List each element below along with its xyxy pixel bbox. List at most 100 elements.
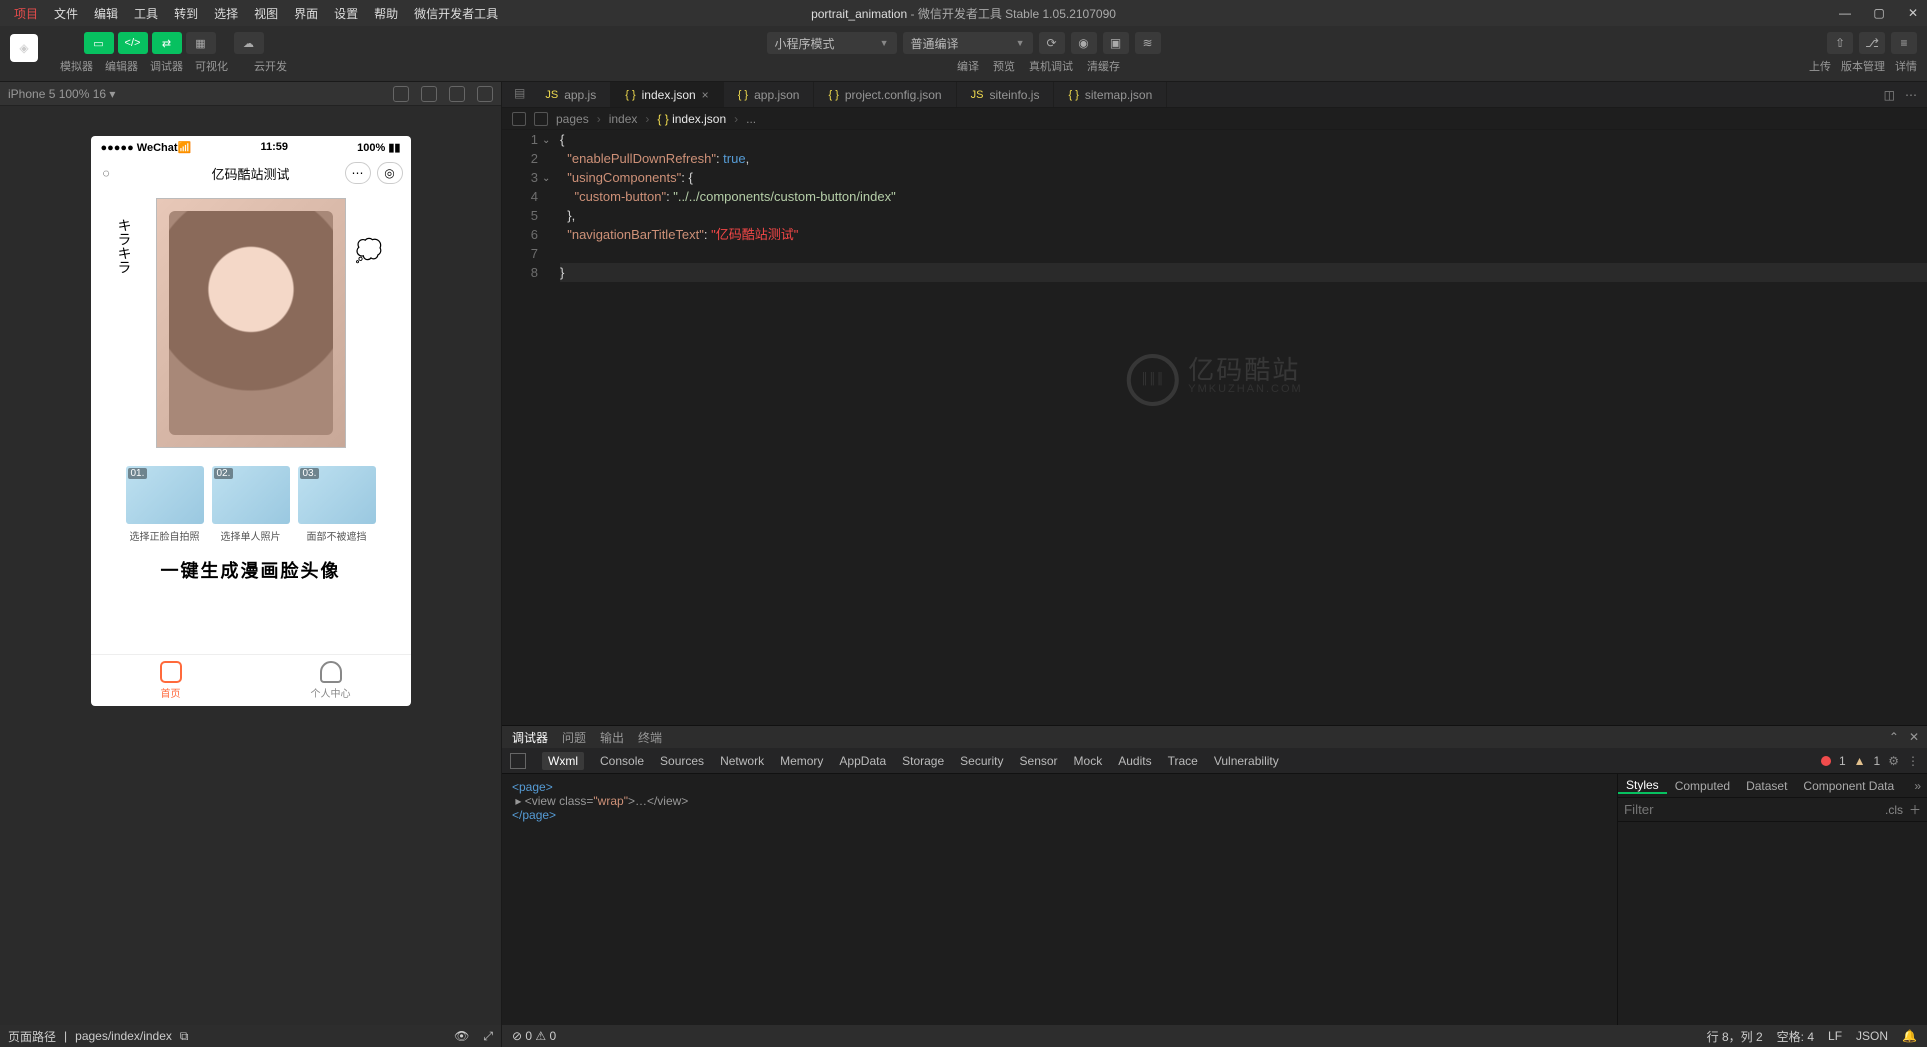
- window-title: portrait_animation - 微信开发者工具 Stable 1.05…: [811, 5, 1116, 22]
- more-icon[interactable]: ⋯: [1905, 88, 1917, 102]
- sim-back-icon[interactable]: [449, 86, 465, 102]
- code-editor[interactable]: 1234 5678 ⌄ ⌄ { "enablePullDownRefresh":…: [502, 130, 1927, 725]
- eol-info[interactable]: LF: [1828, 1029, 1842, 1043]
- home-icon: [160, 661, 182, 683]
- tab-home[interactable]: 首页: [91, 655, 251, 706]
- tab-app-json[interactable]: { }app.json: [724, 82, 815, 107]
- tab-index-json[interactable]: { }index.json×: [611, 82, 723, 107]
- tab-siteinfo-js[interactable]: JSsiteinfo.js: [957, 82, 1055, 107]
- devtab-sensor[interactable]: Sensor: [1020, 754, 1058, 768]
- sim-screenshot-icon[interactable]: [393, 86, 409, 102]
- element-picker-icon[interactable]: [510, 753, 526, 769]
- maximize-button[interactable]: ▢: [1869, 6, 1889, 20]
- tab-debugger[interactable]: 调试器: [512, 729, 548, 746]
- menu-ui[interactable]: 界面: [286, 1, 326, 26]
- tab-terminal[interactable]: 终端: [638, 729, 662, 746]
- menu-goto[interactable]: 转到: [166, 1, 206, 26]
- devtab-vuln[interactable]: Vulnerability: [1214, 754, 1279, 768]
- tab-app-js[interactable]: JSapp.js: [531, 82, 611, 107]
- devtools-settings-icon[interactable]: ⚙: [1888, 754, 1899, 768]
- clear-cache-button[interactable]: ≋: [1135, 32, 1161, 54]
- compile-dropdown[interactable]: 普通编译▼: [903, 32, 1033, 54]
- menu-select[interactable]: 选择: [206, 1, 246, 26]
- menu-help[interactable]: 帮助: [366, 1, 406, 26]
- cloud-dev-button[interactable]: ☁: [234, 32, 264, 54]
- crumb-pages[interactable]: pages: [556, 112, 589, 126]
- lang-info[interactable]: JSON: [1856, 1029, 1888, 1043]
- styletab-styles[interactable]: Styles: [1618, 778, 1667, 794]
- devtab-trace[interactable]: Trace: [1168, 754, 1198, 768]
- styletab-component[interactable]: Component Data: [1795, 779, 1902, 793]
- sim-record-icon[interactable]: [421, 86, 437, 102]
- simulator-toggle[interactable]: ▭: [84, 32, 114, 54]
- close-button[interactable]: ✕: [1903, 6, 1923, 20]
- minimize-button[interactable]: —: [1835, 6, 1855, 20]
- styletab-dataset[interactable]: Dataset: [1738, 779, 1795, 793]
- lbl-visual: 可视化: [191, 58, 232, 74]
- menu-devtools[interactable]: 微信开发者工具: [406, 1, 506, 26]
- mode-dropdown[interactable]: 小程序模式▼: [767, 32, 897, 54]
- devtab-sources[interactable]: Sources: [660, 754, 704, 768]
- tab-project-config[interactable]: { }project.config.json: [814, 82, 956, 107]
- cursor-pos[interactable]: 行 8，列 2: [1707, 1028, 1763, 1045]
- styletab-computed[interactable]: Computed: [1667, 779, 1738, 793]
- tab-problems[interactable]: 问题: [562, 729, 586, 746]
- devtab-appdata[interactable]: AppData: [839, 754, 886, 768]
- tab-close-icon[interactable]: ×: [702, 88, 709, 102]
- upload-button[interactable]: ⇧: [1827, 32, 1853, 54]
- device-selector[interactable]: iPhone 5 100% 16 ▾: [8, 87, 115, 101]
- devtab-mock[interactable]: Mock: [1074, 754, 1103, 768]
- wxml-tree[interactable]: <page> ▸ <view class="wrap">…</view> </p…: [502, 774, 1617, 1025]
- tab-sitemap-json[interactable]: { }sitemap.json: [1054, 82, 1167, 107]
- menu-edit[interactable]: 编辑: [86, 1, 126, 26]
- menu-project[interactable]: 项目: [6, 1, 46, 26]
- crumb-icon-2[interactable]: [534, 112, 548, 126]
- devtab-network[interactable]: Network: [720, 754, 764, 768]
- eye-icon[interactable]: 👁: [454, 1029, 469, 1043]
- copy-path-icon[interactable]: ⧉: [180, 1029, 189, 1044]
- style-filter-input[interactable]: [1624, 802, 1879, 817]
- cls-toggle[interactable]: .cls: [1885, 803, 1903, 817]
- status-errors[interactable]: ⊘ 0 ⚠ 0: [512, 1029, 556, 1043]
- menu-tool[interactable]: 工具: [126, 1, 166, 26]
- menu-settings[interactable]: 设置: [326, 1, 366, 26]
- devtools-more-icon[interactable]: ⋮: [1907, 754, 1919, 768]
- add-style-icon[interactable]: ＋: [1909, 801, 1921, 818]
- page-path[interactable]: pages/index/index: [75, 1029, 172, 1043]
- devtab-storage[interactable]: Storage: [902, 754, 944, 768]
- capsule-menu-icon[interactable]: ⋯: [345, 162, 371, 184]
- capsule-close-icon[interactable]: ◎: [377, 162, 403, 184]
- tab-output[interactable]: 输出: [600, 729, 624, 746]
- expand-icon[interactable]: ⤢: [483, 1029, 493, 1044]
- bell-icon[interactable]: 🔔: [1902, 1029, 1917, 1043]
- remote-debug-button[interactable]: ▣: [1103, 32, 1129, 54]
- crumb-icon-1[interactable]: [512, 112, 526, 126]
- panel-collapse-icon[interactable]: ⌃: [1889, 730, 1899, 744]
- crumb-file[interactable]: index.json: [672, 112, 726, 126]
- indent-info[interactable]: 空格: 4: [1777, 1028, 1814, 1045]
- devtab-audits[interactable]: Audits: [1118, 754, 1151, 768]
- styletab-more-icon[interactable]: »: [1906, 779, 1927, 793]
- tab-profile[interactable]: 个人中心: [251, 655, 411, 706]
- menu-file[interactable]: 文件: [46, 1, 86, 26]
- menu-view[interactable]: 视图: [246, 1, 286, 26]
- devtab-memory[interactable]: Memory: [780, 754, 823, 768]
- crumb-index[interactable]: index: [609, 112, 638, 126]
- panel-close-icon[interactable]: ✕: [1909, 730, 1919, 744]
- compile-button[interactable]: ⟳: [1039, 32, 1065, 54]
- fold-icon[interactable]: ⌄: [542, 131, 550, 150]
- simulator-body: ●●●●● WeChat📶 11:59 100% ▮▮ ◌ 亿码酷站测试 ⋯ ◎…: [0, 106, 501, 1025]
- editor-toggle[interactable]: </>: [118, 32, 148, 54]
- debugger-toggle[interactable]: ⇄: [152, 32, 182, 54]
- detail-button[interactable]: ≡: [1891, 32, 1917, 54]
- devtab-console[interactable]: Console: [600, 754, 644, 768]
- devtab-security[interactable]: Security: [960, 754, 1003, 768]
- fold-icon[interactable]: ⌄: [542, 169, 550, 188]
- devtab-wxml[interactable]: Wxml: [542, 752, 584, 770]
- sim-home-icon[interactable]: [477, 86, 493, 102]
- split-editor-icon[interactable]: ◫: [1884, 88, 1895, 102]
- preview-button[interactable]: ◉: [1071, 32, 1097, 54]
- explorer-toggle-icon[interactable]: ▤: [508, 82, 531, 107]
- visual-toggle[interactable]: ▦: [186, 32, 216, 54]
- version-button[interactable]: ⎇: [1859, 32, 1885, 54]
